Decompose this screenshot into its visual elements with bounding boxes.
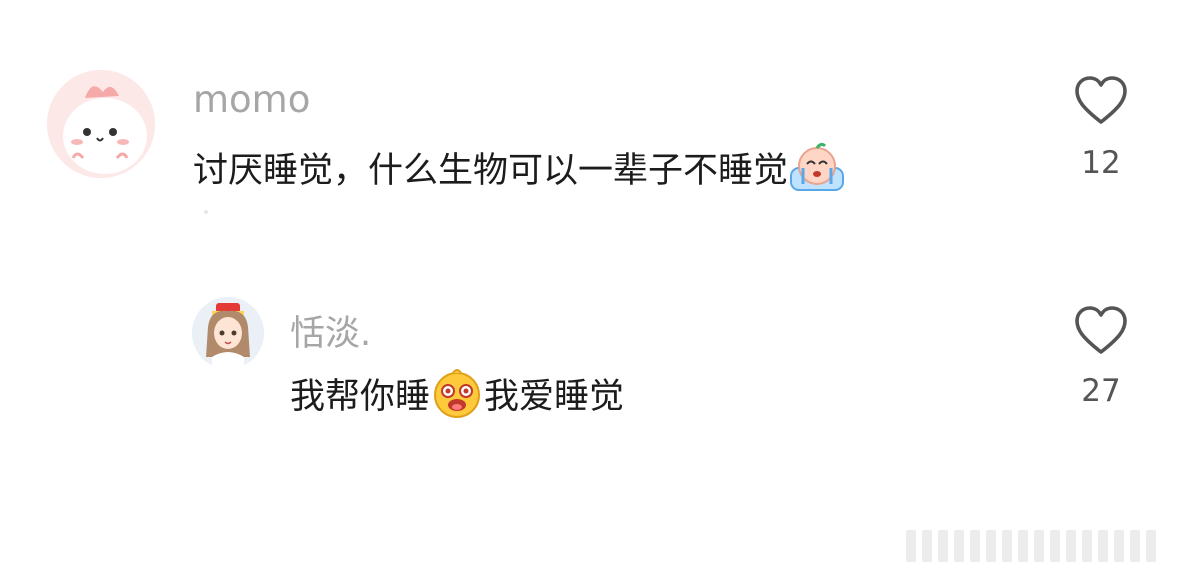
drooling-face-icon	[431, 367, 483, 419]
footer-mark	[922, 530, 932, 562]
like-count: 27	[1081, 373, 1121, 409]
crying-face-icon	[789, 142, 845, 192]
comment-item: momo 讨厌睡觉，什么生物可以一辈子不睡觉 12	[0, 0, 1179, 250]
footer-marks	[906, 530, 1156, 562]
footer-mark	[1066, 530, 1076, 562]
footer-mark	[1082, 530, 1092, 562]
footer-mark	[938, 530, 948, 562]
footer-mark	[1130, 530, 1140, 562]
divider-dot	[204, 210, 208, 214]
like-count: 12	[1081, 145, 1121, 181]
footer-mark	[986, 530, 996, 562]
avatar-image	[192, 297, 264, 369]
comment-text-part: 我帮你睡	[290, 376, 431, 417]
footer-mark	[1018, 530, 1028, 562]
comment-text: 我帮你睡 我爱睡觉	[290, 365, 624, 421]
username[interactable]: 恬淡.	[290, 305, 371, 356]
like-button[interactable]	[1073, 74, 1129, 130]
comment-item: 恬淡. 我帮你睡 我爱睡觉 27	[0, 250, 1179, 573]
footer-mark	[1034, 530, 1044, 562]
footer-mark	[954, 530, 964, 562]
heart-icon	[1075, 76, 1127, 124]
user-avatar[interactable]	[192, 297, 264, 369]
user-avatar[interactable]	[47, 70, 155, 178]
comment-text: 讨厌睡觉，什么生物可以一辈子不睡觉	[193, 140, 846, 194]
footer-mark	[1114, 530, 1124, 562]
like-button[interactable]	[1073, 304, 1129, 360]
footer-mark	[906, 530, 916, 562]
heart-icon	[1075, 306, 1127, 354]
comment-text-part: 我爱睡觉	[484, 376, 625, 417]
username[interactable]: momo	[193, 78, 310, 121]
comment-text-part: 讨厌睡觉，什么生物可以一辈子不睡觉	[193, 150, 789, 191]
footer-mark	[1146, 530, 1156, 562]
footer-mark	[1098, 530, 1108, 562]
footer-mark	[970, 530, 980, 562]
avatar-image	[47, 70, 155, 178]
footer-mark	[1050, 530, 1060, 562]
footer-mark	[1002, 530, 1012, 562]
